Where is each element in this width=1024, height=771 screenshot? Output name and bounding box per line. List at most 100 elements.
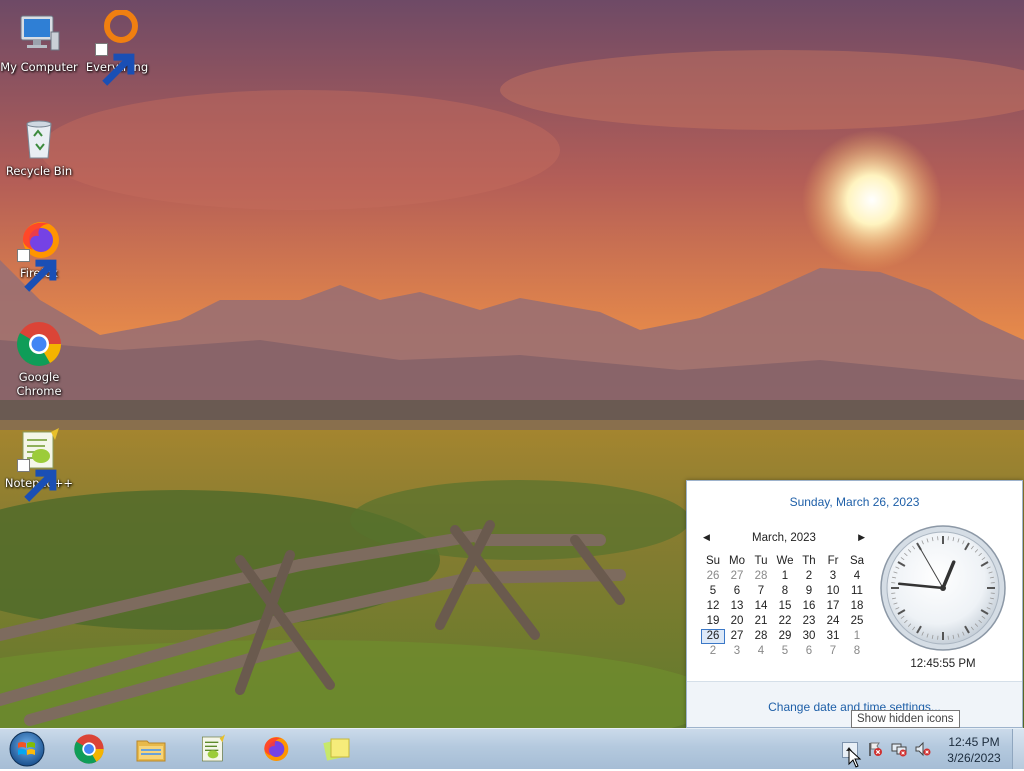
show-desktop-button[interactable]: [1012, 729, 1024, 769]
calendar-day[interactable]: 19: [701, 614, 725, 629]
calendar-day[interactable]: 7: [821, 644, 845, 659]
date-time-flyout: Sunday, March 26, 2023 ◀ March, 2023 ▶ S…: [686, 480, 1023, 728]
calendar-day[interactable]: 28: [749, 569, 773, 584]
start-button[interactable]: [4, 730, 50, 768]
shortcut-arrow-icon: [17, 459, 30, 472]
calendar-day[interactable]: 7: [749, 584, 773, 599]
weekday-header: Sa: [845, 554, 869, 569]
calendar-day[interactable]: 27: [725, 629, 749, 644]
calendar-day[interactable]: 20: [725, 614, 749, 629]
calendar-day[interactable]: 26: [701, 569, 725, 584]
calendar-day[interactable]: 3: [725, 644, 749, 659]
chrome-icon: [15, 320, 63, 368]
calendar-day[interactable]: 22: [773, 614, 797, 629]
calendar-grid: Su Mo Tu We Th Fr Sa 2627281234567891011…: [701, 554, 869, 659]
calendar-day[interactable]: 31: [821, 629, 845, 644]
calendar-day[interactable]: 23: [797, 614, 821, 629]
taskbar-clock-time: 12:45 PM: [938, 735, 1010, 749]
calendar-day[interactable]: 21: [749, 614, 773, 629]
calendar-day[interactable]: 6: [797, 644, 821, 659]
windows-start-orb-icon: [4, 730, 50, 768]
calendar-day[interactable]: 5: [773, 644, 797, 659]
calendar-day[interactable]: 2: [701, 644, 725, 659]
calendar-day[interactable]: 29: [773, 629, 797, 644]
calendar-day[interactable]: 28: [749, 629, 773, 644]
calendar-day[interactable]: 24: [821, 614, 845, 629]
desktop-icon-recycle-bin[interactable]: Recycle Bin: [0, 114, 78, 178]
calendar-week-row: 2627282930311: [701, 629, 869, 644]
calendar-day[interactable]: 18: [845, 599, 869, 614]
folder-icon: [135, 733, 167, 765]
weekday-header: Mo: [725, 554, 749, 569]
calendar-header: ◀ March, 2023 ▶: [703, 532, 865, 546]
triangle-right-icon: ▶: [858, 532, 865, 542]
desktop-icon-everything[interactable]: Everything: [78, 10, 156, 74]
taskbar-app-explorer[interactable]: [124, 731, 178, 767]
calendar-day[interactable]: 16: [797, 599, 821, 614]
calendar-day[interactable]: 1: [845, 629, 869, 644]
taskbar-app-notepadpp[interactable]: [186, 731, 240, 767]
calendar-day[interactable]: 27: [725, 569, 749, 584]
desktop-icon-label: My Computer: [0, 60, 78, 74]
weekday-header: Fr: [821, 554, 845, 569]
calendar-day[interactable]: 3: [821, 569, 845, 584]
network-disconnected-icon[interactable]: [891, 741, 907, 757]
calendar-day[interactable]: 14: [749, 599, 773, 614]
desktop-icon-google-chrome[interactable]: Google Chrome: [0, 320, 78, 398]
calendar-day[interactable]: 2: [797, 569, 821, 584]
desktop-icon-label: Google Chrome: [0, 370, 78, 398]
taskbar-clock-date: 3/26/2023: [938, 751, 1010, 765]
firefox-icon: [15, 216, 63, 264]
calendar-day[interactable]: 8: [845, 644, 869, 659]
everything-search-icon: [93, 10, 141, 58]
taskbar: 12:45 PM 3/26/2023: [0, 728, 1024, 769]
calendar-day[interactable]: 12: [701, 599, 725, 614]
desktop-icon-notepadpp[interactable]: Notepad++: [0, 426, 78, 490]
calendar-week-row: 12131415161718: [701, 599, 869, 614]
volume-muted-icon[interactable]: [915, 741, 931, 757]
sticky-notes-icon: [321, 733, 353, 765]
calendar-day[interactable]: 4: [845, 569, 869, 584]
taskbar-app-sticky-notes[interactable]: [310, 731, 364, 767]
calendar-day[interactable]: 11: [845, 584, 869, 599]
calendar-month-label[interactable]: March, 2023: [703, 532, 865, 544]
weekday-header: Tu: [749, 554, 773, 569]
chrome-icon: [73, 733, 105, 765]
calendar-weekday-row: Su Mo Tu We Th Fr Sa: [701, 554, 869, 569]
analog-clock: [879, 524, 1007, 652]
calendar-day[interactable]: 4: [749, 644, 773, 659]
weekday-header: We: [773, 554, 797, 569]
calendar-day[interactable]: 25: [845, 614, 869, 629]
desktop-icon-firefox[interactable]: Firefox: [0, 216, 78, 280]
calendar-week-row: 2627281234: [701, 569, 869, 584]
shortcut-arrow-icon: [17, 249, 30, 262]
show-hidden-icons-tooltip: Show hidden icons: [851, 710, 960, 728]
computer-icon: [15, 10, 63, 58]
calendar-day[interactable]: 30: [797, 629, 821, 644]
calendar-day[interactable]: 1: [773, 569, 797, 584]
firefox-icon: [259, 733, 291, 765]
calendar-week-row: 19202122232425: [701, 614, 869, 629]
calendar-week-row: 2345678: [701, 644, 869, 659]
long-date-link[interactable]: Sunday, March 26, 2023: [687, 495, 1022, 509]
calendar-day-today[interactable]: 26: [701, 629, 725, 644]
taskbar-clock[interactable]: 12:45 PM 3/26/2023: [938, 729, 1010, 769]
desktop-icon-label: Recycle Bin: [0, 164, 78, 178]
calendar-day[interactable]: 6: [725, 584, 749, 599]
calendar-day[interactable]: 17: [821, 599, 845, 614]
calendar-day[interactable]: 13: [725, 599, 749, 614]
calendar-day[interactable]: 15: [773, 599, 797, 614]
calendar-week-row: 567891011: [701, 584, 869, 599]
calendar-day[interactable]: 10: [821, 584, 845, 599]
calendar-day[interactable]: 9: [797, 584, 821, 599]
clock-digital-time: 12:45:55 PM: [879, 658, 1007, 670]
desktop-icon-my-computer[interactable]: My Computer: [0, 10, 78, 74]
action-center-flag-icon[interactable]: [867, 741, 883, 757]
taskbar-app-chrome[interactable]: [62, 731, 116, 767]
calendar-day[interactable]: 5: [701, 584, 725, 599]
shortcut-arrow-icon: [95, 43, 108, 56]
weekday-header: Su: [701, 554, 725, 569]
calendar-day[interactable]: 8: [773, 584, 797, 599]
calendar-next-month-button[interactable]: ▶: [853, 532, 865, 546]
taskbar-app-firefox[interactable]: [248, 731, 302, 767]
